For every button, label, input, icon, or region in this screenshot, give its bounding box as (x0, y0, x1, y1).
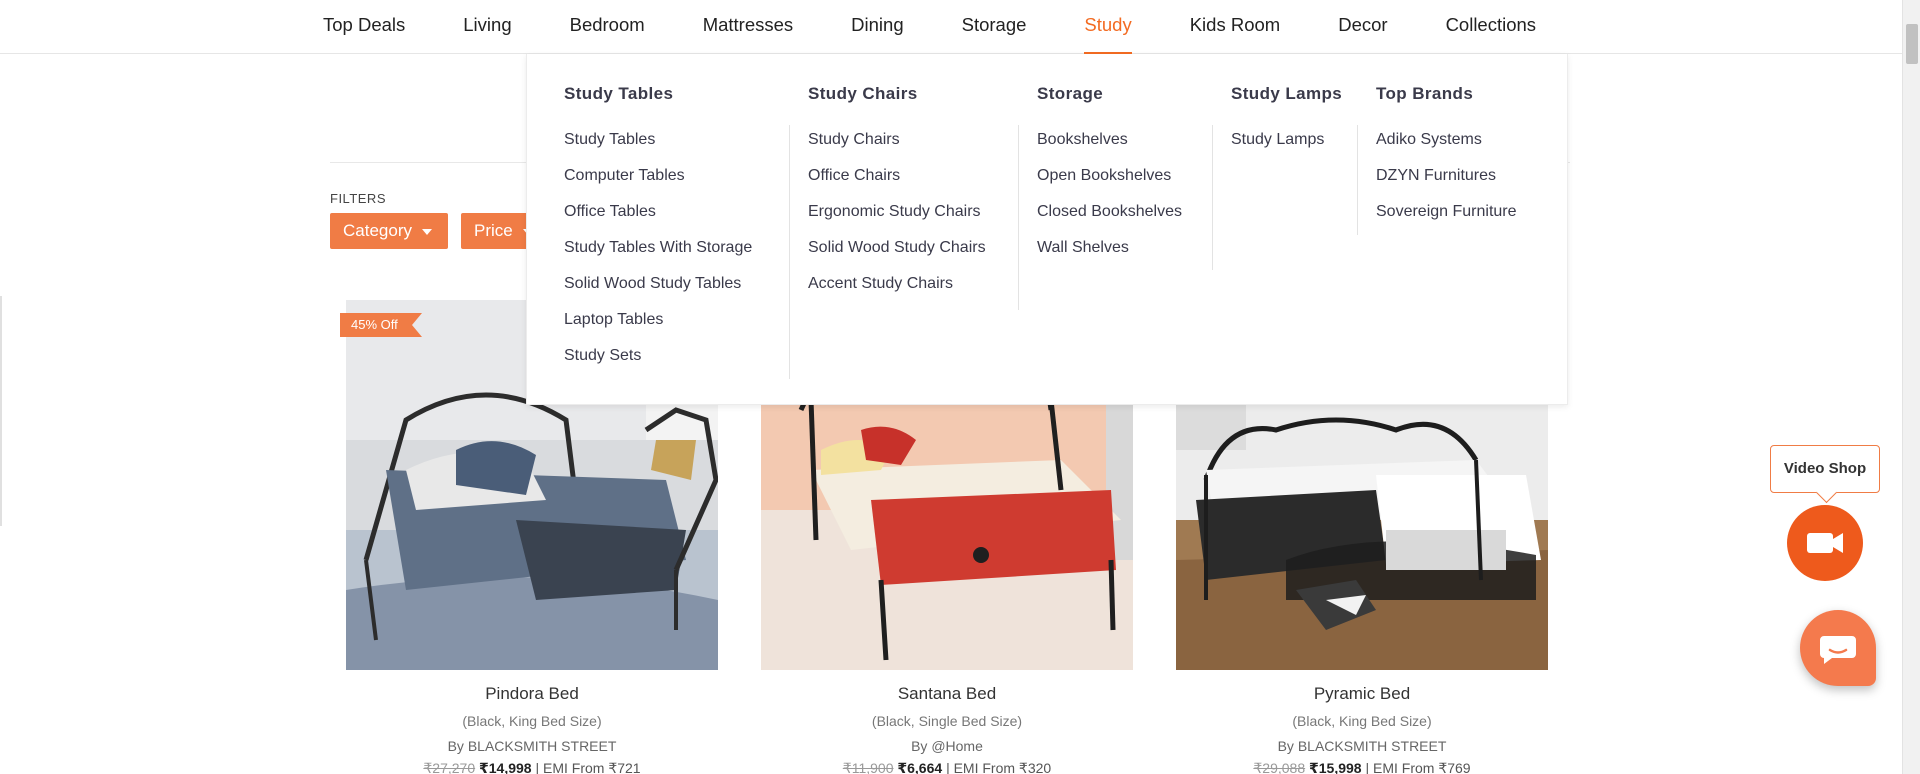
nav-item-decor[interactable]: Decor (1338, 0, 1387, 54)
nav-list: Top Deals Living Bedroom Mattresses Dini… (323, 0, 1594, 54)
product-variant: (Black, Single Bed Size) (871, 713, 1023, 729)
menu-item-dzyn-furnitures[interactable]: DZYN Furnitures (1376, 166, 1517, 202)
nav-item-kids-room[interactable]: Kids Room (1190, 0, 1280, 54)
category-filter-label: Category (343, 221, 412, 240)
menu-item-sovereign-furniture[interactable]: Sovereign Furniture (1376, 202, 1517, 238)
menu-item-solid-wood-study-tables[interactable]: Solid Wood Study Tables (564, 274, 752, 310)
product-price: ₹29,088 ₹15,998 | EMI From ₹769 (1176, 760, 1548, 774)
menu-column-divider (1018, 125, 1019, 310)
product-sale-price: ₹6,664 (897, 760, 943, 774)
product-price: ₹27,270 ₹14,998 | EMI From ₹721 (346, 760, 718, 774)
nav-item-mattresses[interactable]: Mattresses (703, 0, 793, 54)
product-name[interactable]: Pyramic Bed (1176, 684, 1548, 704)
product-sale-price: ₹15,998 (1309, 760, 1362, 774)
menu-column-top-brands: Top Brands Adiko Systems DZYN Furnitures… (1376, 84, 1517, 238)
product-brand: By BLACKSMITH STREET (1277, 738, 1447, 754)
menu-item-laptop-tables[interactable]: Laptop Tables (564, 310, 752, 346)
price-filter-label: Price (474, 221, 513, 240)
caret-down-icon (421, 228, 432, 235)
chat-bubble-icon (1820, 636, 1856, 664)
product-variant: (Black, King Bed Size) (462, 713, 602, 729)
nav-item-bedroom[interactable]: Bedroom (570, 0, 645, 54)
page-scrollbar[interactable] (1902, 0, 1920, 774)
menu-item-study-sets[interactable]: Study Sets (564, 346, 752, 382)
menu-column-study-lamps: Study Lamps Study Lamps (1231, 84, 1342, 166)
video-shop-button[interactable] (1787, 505, 1863, 581)
product-brand: By @Home (911, 738, 983, 754)
menu-item-adiko-systems[interactable]: Adiko Systems (1376, 130, 1517, 166)
menu-heading-top-brands[interactable]: Top Brands (1376, 84, 1517, 104)
menu-column-storage: Storage Bookshelves Open Bookshelves Clo… (1037, 84, 1182, 274)
menu-item-study-chairs[interactable]: Study Chairs (808, 130, 986, 166)
video-camera-icon (1807, 533, 1843, 553)
menu-column-divider (789, 125, 790, 379)
menu-column-study-tables: Study Tables Study Tables Computer Table… (564, 84, 752, 382)
product-name[interactable]: Santana Bed (761, 684, 1133, 704)
filters-label: FILTERS (330, 191, 386, 206)
menu-column-study-chairs: Study Chairs Study Chairs Office Chairs … (808, 84, 986, 310)
menu-item-ergonomic-study-chairs[interactable]: Ergonomic Study Chairs (808, 202, 986, 238)
discount-badge: 45% Off (340, 313, 422, 337)
product-sale-price: ₹14,998 (479, 760, 532, 774)
menu-heading-storage[interactable]: Storage (1037, 84, 1182, 104)
product-price: ₹11,900 ₹6,664 | EMI From ₹320 (761, 760, 1133, 774)
menu-column-divider (1357, 125, 1358, 235)
menu-item-study-tables-with-storage[interactable]: Study Tables With Storage (564, 238, 752, 274)
menu-item-closed-bookshelves[interactable]: Closed Bookshelves (1037, 202, 1182, 238)
nav-item-study[interactable]: Study (1084, 0, 1133, 54)
product-emi: | EMI From ₹769 (1365, 760, 1471, 774)
menu-item-accent-study-chairs[interactable]: Accent Study Chairs (808, 274, 986, 310)
product-brand: By BLACKSMITH STREET (447, 738, 617, 754)
top-navigation: Top Deals Living Bedroom Mattresses Dini… (0, 0, 1920, 54)
product-variant: (Black, King Bed Size) (1292, 713, 1432, 729)
product-mrp: ₹27,270 (423, 760, 476, 774)
video-shop-tooltip[interactable]: Video Shop (1770, 445, 1880, 493)
product-emi: | EMI From ₹320 (946, 760, 1052, 774)
menu-item-office-tables[interactable]: Office Tables (564, 202, 752, 238)
product-emi: | EMI From ₹721 (535, 760, 641, 774)
menu-item-bookshelves[interactable]: Bookshelves (1037, 130, 1182, 166)
nav-item-dining[interactable]: Dining (851, 0, 903, 54)
menu-heading-study-lamps[interactable]: Study Lamps (1231, 84, 1342, 104)
category-filter-button[interactable]: Category (330, 213, 448, 249)
menu-item-solid-wood-study-chairs[interactable]: Solid Wood Study Chairs (808, 238, 986, 274)
product-mrp: ₹11,900 (842, 760, 894, 774)
product-name[interactable]: Pindora Bed (346, 684, 718, 704)
menu-item-study-lamps[interactable]: Study Lamps (1231, 130, 1342, 166)
menu-heading-study-chairs[interactable]: Study Chairs (808, 84, 986, 104)
nav-item-storage[interactable]: Storage (962, 0, 1027, 54)
product-mrp: ₹29,088 (1253, 760, 1306, 774)
nav-item-collections[interactable]: Collections (1446, 0, 1537, 54)
video-shop-label: Video Shop (1783, 460, 1867, 477)
menu-heading-study-tables[interactable]: Study Tables (564, 84, 752, 104)
menu-column-divider (1212, 125, 1213, 270)
study-mega-menu: Study Tables Study Tables Computer Table… (526, 54, 1568, 405)
scrollbar-thumb[interactable] (1906, 24, 1918, 64)
menu-item-wall-shelves[interactable]: Wall Shelves (1037, 238, 1182, 274)
menu-item-study-tables[interactable]: Study Tables (564, 130, 752, 166)
chat-button[interactable] (1800, 610, 1876, 686)
nav-item-living[interactable]: Living (463, 0, 511, 54)
menu-item-office-chairs[interactable]: Office Chairs (808, 166, 986, 202)
menu-item-open-bookshelves[interactable]: Open Bookshelves (1037, 166, 1182, 202)
menu-item-computer-tables[interactable]: Computer Tables (564, 166, 752, 202)
edge-divider (0, 296, 2, 526)
nav-item-top-deals[interactable]: Top Deals (323, 0, 405, 54)
